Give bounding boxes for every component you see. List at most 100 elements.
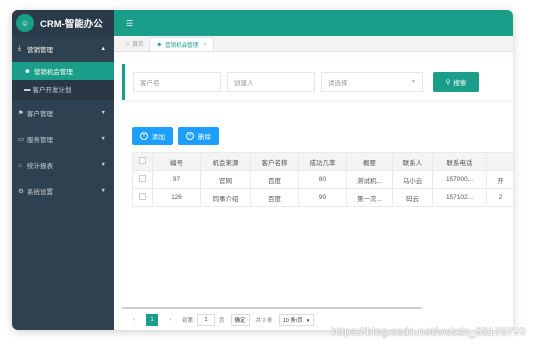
column-header[interactable]: 联系电话 — [432, 152, 487, 171]
action-bar: + 添加 + 删除 — [132, 127, 224, 145]
flag-icon: ⚑ — [18, 110, 24, 117]
creator-input[interactable]: 创建人 — [227, 72, 315, 92]
sidebar-item-label: 客户管理 — [27, 111, 53, 118]
sidebar-item-customer[interactable]: ⚑ 客户管理 ▼ — [12, 100, 114, 126]
delete-button-label: 删除 — [198, 134, 211, 141]
dash-icon: ▬ — [24, 85, 31, 93]
prev-page-icon[interactable]: ‹ — [128, 314, 140, 326]
chevron-down-icon: ▼ — [100, 136, 106, 142]
row-checkbox[interactable] — [132, 188, 153, 207]
nav-group-service: ▭ 服务管理 ▼ — [12, 126, 114, 152]
column-header[interactable]: 客户名称 — [250, 152, 299, 171]
pagination: ‹ 1 › 到第 1 页 确定 共 2 条 10 条/页 ▼ — [128, 314, 315, 326]
status-select[interactable]: 请选择 ▼ — [321, 72, 423, 92]
robot-icon: ☻ — [156, 41, 163, 48]
select-all-checkbox[interactable] — [132, 152, 153, 171]
sidebar-item-settings[interactable]: ⚙ 系统设置 ▼ — [12, 178, 114, 204]
sidebar-item-service[interactable]: ▭ 服务管理 ▼ — [12, 126, 114, 152]
table-header-row: 编号 机会来源 客户名称 成功几率 概要 联系人 联系电话 — [132, 152, 513, 171]
sidebar-subitem-label: 营销机会管理 — [33, 69, 73, 76]
horizontal-scrollbar[interactable] — [122, 307, 422, 309]
column-header[interactable]: 机会来源 — [200, 152, 251, 171]
plus-icon: + — [140, 132, 148, 140]
customer-name-input[interactable]: 客户名 — [133, 72, 221, 92]
sidebar-item-reports[interactable]: ⌂ 统计报表 ▼ — [12, 152, 114, 178]
add-button[interactable]: + 添加 — [132, 127, 173, 145]
page-size-select[interactable]: 10 条/页 ▼ — [278, 314, 315, 326]
column-header[interactable]: 概要 — [346, 152, 393, 171]
sidebar-subitem-dev-plan[interactable]: ▬ 客户开发计划 — [12, 80, 114, 98]
sidebar: ☺ CRM-智能办公 ⤓ 营销管理 ▲ ☻ 营销机会管理 ▬ 客户开发计划 ⚑ … — [12, 10, 114, 330]
sidebar-item-label: 系统设置 — [27, 189, 53, 196]
tab-opportunity[interactable]: ☻ 营销机会管理 × — [149, 37, 214, 51]
home-icon: ⌂ — [18, 161, 22, 169]
robot-icon: ☻ — [24, 67, 31, 75]
table-row[interactable]: 126 同事介绍 百度 90 第一次... 码云 157102... 2 — [132, 188, 513, 207]
status-select-value: 请选择 — [328, 80, 348, 87]
chevron-down-icon: ▼ — [100, 110, 106, 116]
table-cell: 百度 — [250, 188, 299, 207]
chevron-down-icon: ▼ — [305, 317, 311, 323]
close-icon[interactable]: × — [203, 42, 207, 48]
delete-button[interactable]: + 删除 — [178, 127, 219, 145]
sidebar-item-label: 统计报表 — [27, 163, 53, 170]
table-cell: 同事介绍 — [200, 188, 251, 207]
table-cell: 157102... — [432, 188, 487, 207]
search-bar: 客户名 创建人 请选择 ▼ ⚲ 搜索 — [122, 64, 513, 100]
column-header[interactable]: 联系人 — [392, 152, 433, 171]
table-cell: 90 — [298, 188, 347, 207]
total-count: 共 2 条 — [255, 318, 273, 324]
sidebar-item-label: 营销管理 — [27, 47, 53, 54]
row-checkbox[interactable] — [132, 170, 153, 189]
search-button[interactable]: ⚲ 搜索 — [433, 72, 479, 92]
robot-icon: ☺ — [16, 14, 34, 32]
tab-home[interactable]: ⌂ 首页 — [120, 37, 149, 51]
search-button-label: 搜索 — [453, 80, 467, 87]
sidebar-subitem-opportunity[interactable]: ☻ 营销机会管理 — [12, 62, 114, 80]
sidebar-subitem-label: 客户开发计划 — [32, 87, 72, 94]
table-cell: 157000... — [432, 170, 487, 189]
submenu-marketing: ☻ 营销机会管理 ▬ 客户开发计划 — [12, 62, 114, 100]
sidebar-item-marketing[interactable]: ⤓ 营销管理 ▲ — [12, 36, 114, 62]
nav-group-marketing: ⤓ 营销管理 ▲ ☻ 营销机会管理 ▬ 客户开发计划 — [12, 36, 114, 100]
nav-group-reports: ⌂ 统计报表 ▼ — [12, 152, 114, 178]
chevron-down-icon: ▼ — [100, 162, 106, 168]
chevron-up-icon: ▲ — [100, 46, 106, 52]
table-cell-overflow: 开 — [486, 170, 513, 189]
tab-bar: ⌂ 首页 ☻ 营销机会管理 × — [114, 36, 513, 52]
page-size-value: 10 条/页 — [282, 318, 303, 324]
gear-icon: ⚙ — [18, 188, 24, 195]
tab-label: 首页 — [132, 42, 144, 48]
plus-icon: + — [186, 132, 194, 140]
brand: ☺ CRM-智能办公 — [12, 10, 114, 36]
nav-group-settings: ⚙ 系统设置 ▼ — [12, 178, 114, 204]
page-unit-label: 页 — [219, 318, 225, 324]
add-button-label: 添加 — [152, 134, 165, 141]
goto-page-input[interactable]: 1 — [197, 314, 216, 326]
table-row[interactable]: 97 官网 百度 80 测试机... 乌小云 157000... 开 — [132, 170, 513, 189]
table-cell: 乌小云 — [392, 170, 433, 189]
page-number-current[interactable]: 1 — [146, 314, 158, 326]
brand-title: CRM-智能办公 — [40, 19, 103, 30]
table-cell: 第一次... — [346, 188, 393, 207]
table-cell: 测试机... — [346, 170, 393, 189]
column-header-overflow — [486, 152, 513, 171]
column-header[interactable]: 编号 — [152, 152, 201, 171]
app-window: ☺ CRM-智能办公 ⤓ 营销管理 ▲ ☻ 营销机会管理 ▬ 客户开发计划 ⚑ … — [12, 10, 513, 330]
main-content: 客户名 创建人 请选择 ▼ ⚲ 搜索 + 添加 + 删除 编号 机会来源 客户名… — [114, 52, 513, 330]
goto-confirm-button[interactable]: 确定 — [230, 314, 250, 326]
menu-toggle-icon[interactable]: ☰ — [126, 19, 133, 28]
table-cell: 码云 — [392, 188, 433, 207]
table-cell: 126 — [152, 188, 201, 207]
top-bar: ☰ — [114, 10, 513, 36]
tab-label: 营销机会管理 — [165, 42, 199, 49]
table-cell: 百度 — [250, 170, 299, 189]
sidebar-item-label: 服务管理 — [27, 137, 53, 144]
goto-label: 到第 — [182, 318, 194, 324]
chevron-down-icon: ▼ — [100, 188, 106, 194]
home-icon: ⌂ — [126, 41, 130, 47]
chevron-down-icon: ▼ — [411, 79, 416, 85]
column-header[interactable]: 成功几率 — [298, 152, 347, 171]
next-page-icon[interactable]: › — [164, 314, 176, 326]
table-cell-overflow: 2 — [486, 188, 513, 207]
